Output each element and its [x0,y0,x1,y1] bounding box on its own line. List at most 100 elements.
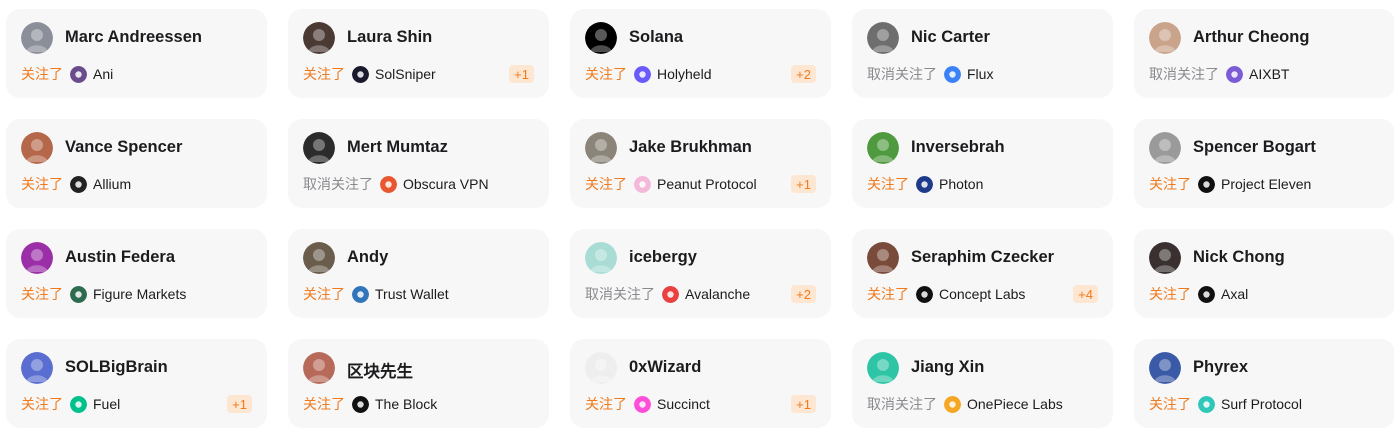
project-name[interactable]: Fuel [93,396,120,412]
nick-chong-avatar[interactable] [1149,242,1181,274]
follow-card[interactable]: 0xWizard 关注了 Succinct +1 [570,339,831,428]
icebergy-avatar[interactable] [585,242,617,274]
user-name[interactable]: Andy [347,248,388,267]
aixbt-icon [1226,65,1243,83]
solana-avatar[interactable] [585,22,617,54]
vance-spencer-avatar[interactable] [21,132,53,164]
marc-andreessen-avatar[interactable] [21,22,53,54]
project-name[interactable]: Axal [1221,286,1248,302]
follow-card[interactable]: Laura Shin 关注了 SolSniper +1 [288,9,549,98]
project-name[interactable]: Project Eleven [1221,176,1311,192]
more-projects-badge[interactable]: +1 [509,65,534,83]
spencer-bogart-avatar[interactable] [1149,132,1181,164]
user-name[interactable]: Laura Shin [347,28,432,47]
user-name[interactable]: Phyrex [1193,358,1248,377]
fuel-icon [70,395,87,413]
follow-card[interactable]: Spencer Bogart 关注了 Project Eleven [1134,119,1394,208]
follow-card[interactable]: icebergy 取消关注了 Avalanche +2 [570,229,831,318]
follow-line: 关注了 Ani [21,65,113,83]
project-name[interactable]: AIXBT [1249,66,1289,82]
follow-card[interactable]: Arthur Cheong 取消关注了 AIXBT [1134,9,1394,98]
laura-shin-avatar[interactable] [303,22,335,54]
user-name[interactable]: Solana [629,28,683,47]
surf-protocol-icon [1198,395,1215,413]
follow-card[interactable]: 区块先生 关注了 The Block [288,339,549,428]
follow-card[interactable]: Nick Chong 关注了 Axal [1134,229,1394,318]
follow-card[interactable]: Mert Mumtaz 取消关注了 Obscura VPN [288,119,549,208]
user-name[interactable]: Arthur Cheong [1193,28,1309,47]
user-name[interactable]: Nick Chong [1193,248,1285,267]
follow-card[interactable]: SOLBigBrain 关注了 Fuel +1 [6,339,267,428]
qukuai-xiansheng-avatar[interactable] [303,352,335,384]
project-name[interactable]: Allium [93,176,131,192]
user-name[interactable]: Spencer Bogart [1193,138,1316,157]
more-projects-badge[interactable]: +1 [227,395,252,413]
more-projects-badge[interactable]: +1 [791,395,816,413]
follow-card[interactable]: Seraphim Czecker 关注了 Concept Labs +4 [852,229,1113,318]
follow-status: 关注了 [303,66,345,82]
follow-card[interactable]: Andy 关注了 Trust Wallet [288,229,549,318]
user-name[interactable]: icebergy [629,248,697,267]
austin-federa-avatar[interactable] [21,242,53,274]
0xwizard-avatar[interactable] [585,352,617,384]
user-name[interactable]: Vance Spencer [65,138,182,157]
project-name[interactable]: Holyheld [657,66,711,82]
more-projects-badge[interactable]: +1 [791,175,816,193]
arthur-cheong-avatar[interactable] [1149,22,1181,54]
inversebrah-avatar[interactable] [867,132,899,164]
trust-wallet-icon [352,285,369,303]
solbigbrain-avatar[interactable] [21,352,53,384]
user-name[interactable]: Inversebrah [911,138,1005,157]
project-name[interactable]: Trust Wallet [375,286,449,302]
project-name[interactable]: Peanut Protocol [657,176,757,192]
follow-line: 关注了 Holyheld [585,65,711,83]
follow-card[interactable]: Solana 关注了 Holyheld +2 [570,9,831,98]
project-name[interactable]: Succinct [657,396,710,412]
project-name[interactable]: Flux [967,66,993,82]
user-name[interactable]: Mert Mumtaz [347,138,448,157]
mert-mumtaz-avatar[interactable] [303,132,335,164]
phyrex-avatar[interactable] [1149,352,1181,384]
nic-carter-avatar[interactable] [867,22,899,54]
user-name[interactable]: SOLBigBrain [65,358,168,377]
follow-activity-grid: Marc Andreessen 关注了 Ani Laura Shin 关注了 S… [0,0,1394,428]
user-name[interactable]: 区块先生 [347,358,413,382]
more-projects-badge[interactable]: +4 [1073,285,1098,303]
andy-avatar[interactable] [303,242,335,274]
project-name[interactable]: Surf Protocol [1221,396,1302,412]
project-name[interactable]: Obscura VPN [403,176,489,192]
project-name[interactable]: SolSniper [375,66,436,82]
follow-card[interactable]: Nic Carter 取消关注了 Flux [852,9,1113,98]
follow-card[interactable]: Austin Federa 关注了 Figure Markets [6,229,267,318]
project-name[interactable]: The Block [375,396,437,412]
user-name[interactable]: Austin Federa [65,248,175,267]
jiang-xin-avatar[interactable] [867,352,899,384]
follow-status: 关注了 [1149,286,1191,302]
follow-card[interactable]: Jake Brukhman 关注了 Peanut Protocol +1 [570,119,831,208]
project-name[interactable]: Photon [939,176,983,192]
follow-card[interactable]: Marc Andreessen 关注了 Ani [6,9,267,98]
user-name[interactable]: Marc Andreessen [65,28,202,47]
user-name[interactable]: Seraphim Czecker [911,248,1054,267]
user-name[interactable]: 0xWizard [629,358,701,377]
follow-card[interactable]: Inversebrah 关注了 Photon [852,119,1113,208]
user-name[interactable]: Jiang Xin [911,358,984,377]
flux-icon [944,65,961,83]
jake-brukhman-avatar[interactable] [585,132,617,164]
follow-card[interactable]: Jiang Xin 取消关注了 OnePiece Labs [852,339,1113,428]
follow-line: 关注了 Allium [21,175,131,193]
project-name[interactable]: Ani [93,66,113,82]
user-name[interactable]: Nic Carter [911,28,990,47]
follow-line: 取消关注了 Obscura VPN [303,175,489,193]
follow-card[interactable]: Vance Spencer 关注了 Allium [6,119,267,208]
project-name[interactable]: Avalanche [685,286,750,302]
more-projects-badge[interactable]: +2 [791,285,816,303]
allium-icon [70,175,87,193]
project-name[interactable]: Figure Markets [93,286,186,302]
user-name[interactable]: Jake Brukhman [629,138,752,157]
follow-card[interactable]: Phyrex 关注了 Surf Protocol [1134,339,1394,428]
more-projects-badge[interactable]: +2 [791,65,816,83]
seraphim-czecker-avatar[interactable] [867,242,899,274]
project-name[interactable]: Concept Labs [939,286,1025,302]
project-name[interactable]: OnePiece Labs [967,396,1063,412]
